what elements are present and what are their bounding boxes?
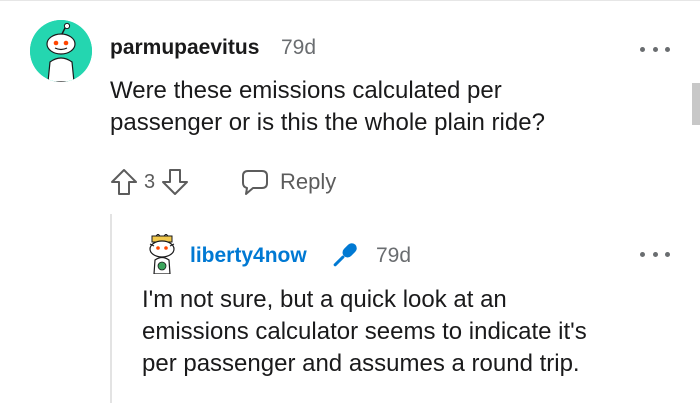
reply-author[interactable]: liberty4now: [190, 243, 307, 269]
downvote-button[interactable]: [159, 166, 191, 198]
scrollbar[interactable]: [692, 83, 700, 125]
upvote-icon: [111, 169, 137, 195]
reply-body-line: emissions calculator seems to indicate i…: [142, 318, 587, 345]
microphone-icon: [326, 238, 362, 274]
comment-author[interactable]: parmupaevitus: [110, 35, 259, 61]
more-options-button[interactable]: [640, 42, 670, 56]
upvote-button[interactable]: [108, 166, 140, 198]
vote-controls: 3: [108, 165, 191, 199]
thread-collapse-line[interactable]: [110, 214, 112, 403]
divider: [0, 0, 700, 1]
snoo-avatar-icon: [149, 233, 175, 275]
reply-bubble-icon: [242, 170, 268, 195]
reply-age: 79d: [376, 244, 412, 267]
snoo-avatar-icon: [30, 20, 92, 82]
comment-body-line: Were these emissions calculated per: [110, 77, 502, 104]
reply-body-line: per passenger and assumes a round trip.: [142, 350, 580, 377]
reply-avatar[interactable]: [144, 233, 180, 275]
avatar[interactable]: [30, 20, 92, 82]
reply-label: Reply: [280, 169, 337, 194]
comment-thread: parmupaevitus 79d Were these emissions c…: [0, 0, 700, 403]
reply-button[interactable]: Reply: [240, 165, 336, 199]
more-icon: [640, 46, 645, 52]
comment-body-line: passenger or is this the whole plain rid…: [110, 109, 545, 136]
downvote-icon: [162, 169, 189, 195]
more-icon: [640, 251, 645, 257]
vote-score: 3: [144, 170, 156, 193]
comment-age: 79d: [281, 36, 317, 59]
reply-more-options-button[interactable]: [640, 247, 670, 261]
reply-body-line: I'm not sure, but a quick look at an: [142, 286, 507, 313]
